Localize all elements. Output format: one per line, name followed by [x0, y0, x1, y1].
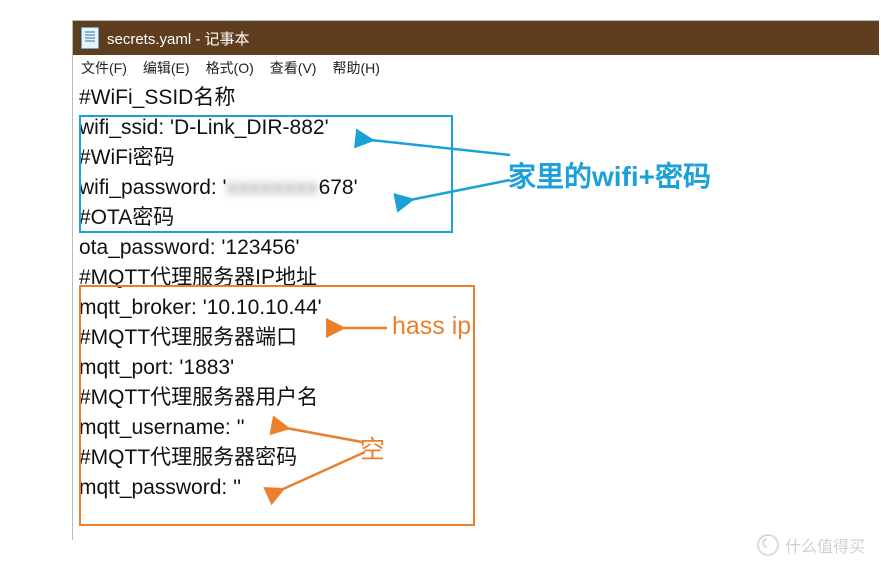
- text-line: mqtt_port: '1883': [79, 353, 873, 383]
- text-fragment: 678': [319, 176, 358, 199]
- notepad-window: secrets.yaml - 记事本 文件(F) 编辑(E) 格式(O) 查看(…: [72, 20, 879, 540]
- text-line: #MQTT代理服务器IP地址: [79, 263, 873, 293]
- text-line: wifi_password: 'xxxxxxxx678': [79, 173, 873, 203]
- text-line: #MQTT代理服务器密码: [79, 443, 873, 473]
- watermark-icon: [757, 534, 779, 556]
- menubar: 文件(F) 编辑(E) 格式(O) 查看(V) 帮助(H): [73, 55, 879, 81]
- text-line: wifi_ssid: 'D-Link_DIR-882': [79, 113, 873, 143]
- text-line: #OTA密码: [79, 203, 873, 233]
- text-line: #MQTT代理服务器端口: [79, 323, 873, 353]
- text-editor[interactable]: #WiFi_SSID名称 wifi_ssid: 'D-Link_DIR-882'…: [73, 81, 879, 503]
- watermark: 什么值得买: [757, 533, 865, 557]
- text-line: ota_password: '123456': [79, 233, 873, 263]
- menu-edit[interactable]: 编辑(E): [135, 58, 198, 78]
- redacted-password: xxxxxxxx: [227, 173, 319, 203]
- menu-file[interactable]: 文件(F): [73, 58, 135, 78]
- text-line: mqtt_password: '': [79, 473, 873, 503]
- text-line: #WiFi_SSID名称: [79, 83, 873, 113]
- menu-format[interactable]: 格式(O): [198, 58, 262, 78]
- text-line: mqtt_username: '': [79, 413, 873, 443]
- notepad-icon: [81, 27, 99, 49]
- watermark-text: 什么值得买: [785, 533, 865, 557]
- text-line: #MQTT代理服务器用户名: [79, 383, 873, 413]
- menu-view[interactable]: 查看(V): [262, 58, 325, 78]
- text-fragment: wifi_password: ': [79, 176, 227, 199]
- titlebar[interactable]: secrets.yaml - 记事本: [73, 21, 879, 55]
- client-area: 文件(F) 编辑(E) 格式(O) 查看(V) 帮助(H) #WiFi_SSID…: [73, 55, 879, 503]
- menu-help[interactable]: 帮助(H): [324, 58, 387, 78]
- text-line: mqtt_broker: '10.10.10.44': [79, 293, 873, 323]
- text-line: #WiFi密码: [79, 143, 873, 173]
- window-title: secrets.yaml - 记事本: [107, 28, 250, 49]
